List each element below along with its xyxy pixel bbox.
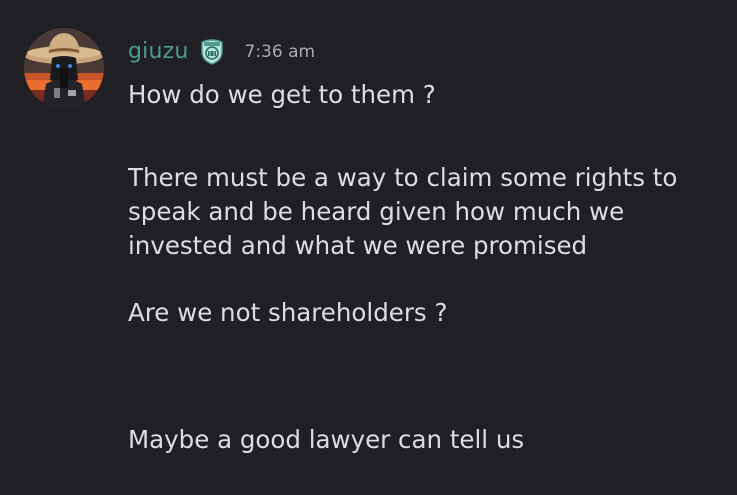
message-line: Are we not shareholders ? [128, 296, 733, 330]
message-text: There must be a way to claim some rights… [128, 163, 678, 192]
username[interactable]: giuzu [128, 39, 189, 64]
message-text: Maybe a good lawyer can tell us [128, 425, 525, 454]
avatar-image [24, 28, 104, 108]
message-paragraph: There must be a way to claim some rights… [128, 161, 733, 263]
clan-badge-icon[interactable] [198, 37, 226, 65]
message-header: giuzu 7:36 am [128, 34, 315, 68]
avatar[interactable] [24, 28, 104, 108]
message-line: Maybe a good lawyer can tell us [128, 423, 733, 457]
message-line: How do we get to them ? [128, 78, 733, 112]
message-text: invested and what we were promised [128, 231, 588, 260]
message-text: How do we get to them ? [128, 80, 436, 109]
timestamp: 7:36 am [244, 42, 316, 62]
message-text: Are we not shareholders ? [128, 298, 448, 327]
message-text: speak and be heard given how much we [128, 197, 625, 226]
chat-message: giuzu 7:36 am How do we get to them ? Th… [0, 0, 737, 495]
